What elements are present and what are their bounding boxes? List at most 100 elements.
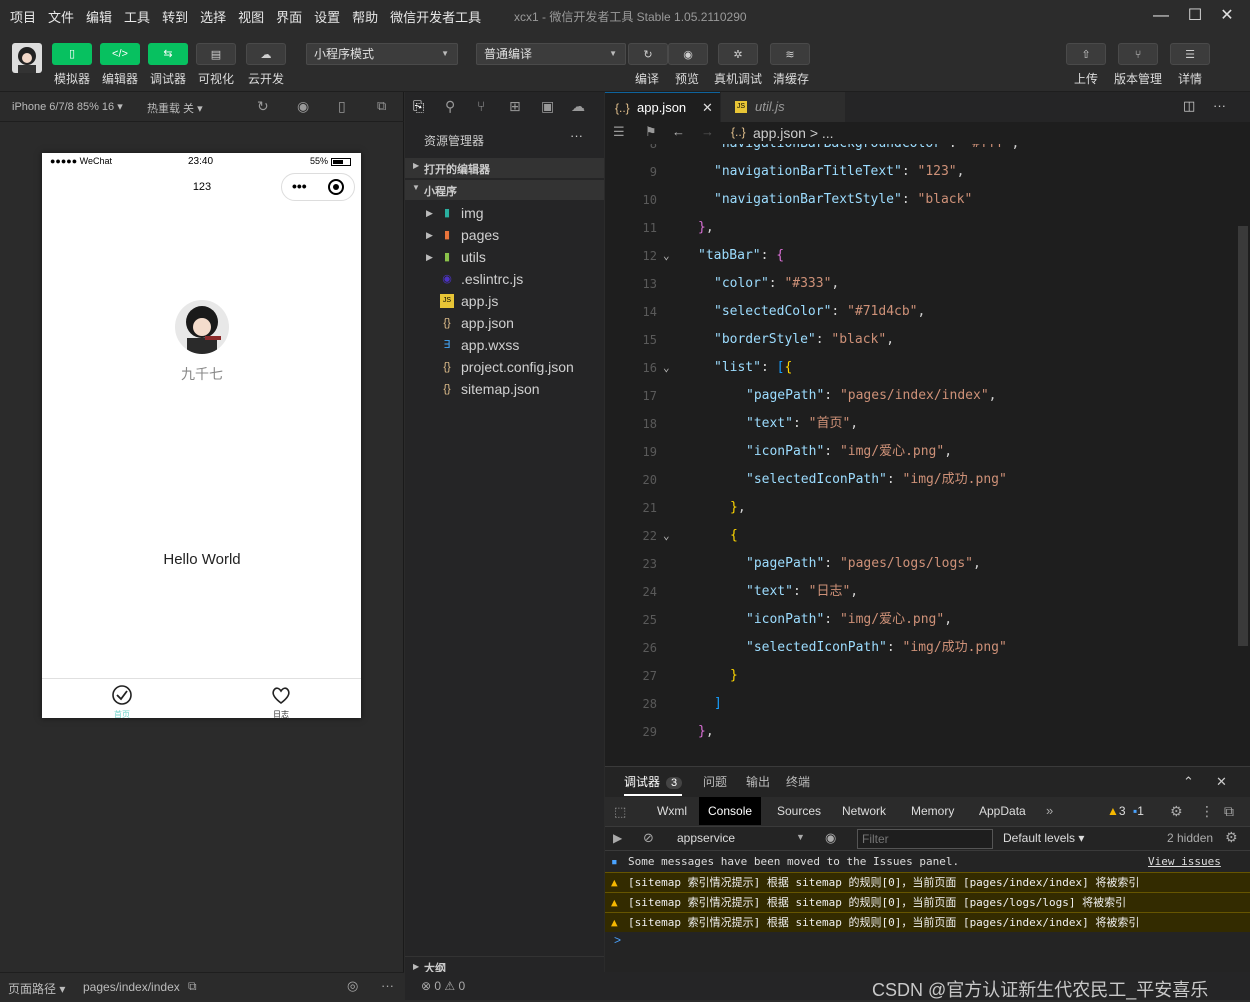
menu-3[interactable]: 工具	[124, 7, 150, 26]
phone-button[interactable]: ▯	[52, 43, 92, 65]
collapse-icon[interactable]: ⌃	[1183, 774, 1194, 790]
devtools-tab-2[interactable]: 输出	[746, 773, 770, 790]
upload-button[interactable]: ⇧	[1066, 43, 1106, 65]
close-target-icon[interactable]	[328, 179, 344, 195]
panel-tab-wxml[interactable]: Wxml	[648, 797, 696, 825]
compile-select[interactable]: 普通编译 ▼	[476, 43, 626, 65]
devtools-tab-1[interactable]: 问题	[703, 773, 727, 790]
fold-chevron-icon[interactable]: ⌄	[663, 522, 670, 550]
clear-icon[interactable]: ⊘	[643, 830, 654, 846]
fold-chevron-icon[interactable]: ⌄	[663, 242, 670, 270]
menu-9[interactable]: 帮助	[352, 7, 378, 26]
warning-count[interactable]: ▲3	[1107, 804, 1126, 818]
layers-button[interactable]: ≋	[770, 43, 810, 65]
more-icon[interactable]: ···	[381, 978, 394, 993]
gear-icon[interactable]: ⚙	[1225, 829, 1238, 846]
bug-button[interactable]: ✲	[718, 43, 758, 65]
branch-button[interactable]: ⑂	[1118, 43, 1158, 65]
gear-icon[interactable]: ⚙	[1170, 803, 1183, 820]
project-header[interactable]: ▼ 小程序	[405, 180, 604, 200]
code-button[interactable]: </>	[100, 43, 140, 65]
fold-chevron-icon[interactable]: ⌄	[663, 354, 670, 382]
forward-icon[interactable]: →	[701, 124, 714, 139]
menu-4[interactable]: 转到	[162, 7, 188, 26]
menu-8[interactable]: 设置	[314, 7, 340, 26]
devtools-tab-3[interactable]: 终端	[786, 773, 810, 790]
tree-item-app-js[interactable]: JS app.js	[405, 290, 604, 312]
layout-button[interactable]: ▤	[196, 43, 236, 65]
breadcrumb-path[interactable]: app.json > ...	[753, 125, 834, 141]
user-avatar[interactable]	[12, 43, 42, 73]
inspect-icon[interactable]: ⬚	[614, 804, 626, 820]
copy-icon[interactable]: ⧉	[188, 979, 197, 994]
tree-item--eslintrc-js[interactable]: ◉ .eslintrc.js	[405, 268, 604, 290]
problems-count[interactable]: ⊗ 0 ⚠ 0	[421, 979, 465, 993]
hot-reload-toggle[interactable]: 热重载 关 ▾	[147, 100, 203, 116]
panel-tab-console[interactable]: Console	[699, 797, 762, 825]
search-icon[interactable]: ⚲	[445, 98, 455, 115]
page-path-label[interactable]: 页面路径 ▾	[8, 980, 65, 997]
more-icon[interactable]: •••	[292, 178, 307, 194]
stop-icon[interactable]: ◉	[297, 98, 309, 115]
kebab-icon[interactable]: ⋮	[1200, 803, 1214, 820]
eye-icon[interactable]: ◉	[825, 830, 836, 846]
cloud-button[interactable]: ☁	[246, 43, 286, 65]
code-area[interactable]: 8 "navigationBarBackgroundColor": "#fff",…	[605, 144, 1250, 766]
tree-item-sitemap-json[interactable]: {} sitemap.json	[405, 378, 604, 400]
eye-button[interactable]: ◉	[668, 43, 708, 65]
panel-tab-memory[interactable]: Memory	[902, 797, 963, 825]
menu-2[interactable]: 编辑	[86, 7, 112, 26]
info-count[interactable]: ▪1	[1133, 804, 1144, 818]
panel-tab-sources[interactable]: Sources	[768, 797, 830, 825]
back-icon[interactable]: ←	[672, 124, 685, 139]
files-icon[interactable]: ⎘	[413, 98, 424, 115]
maximize-icon[interactable]: ☐	[1183, 4, 1207, 28]
mode-select[interactable]: 小程序模式 ▼	[306, 43, 458, 65]
extensions-icon[interactable]: ⊞	[509, 98, 521, 115]
minimize-icon[interactable]: —	[1149, 4, 1173, 28]
levels-select[interactable]: Default levels ▾	[1003, 831, 1084, 845]
tab-util-js[interactable]: JS util.js	[721, 92, 845, 122]
tree-item-project-config-json[interactable]: {} project.config.json	[405, 356, 604, 378]
tab-logs[interactable]: 日志	[251, 681, 311, 719]
tree-item-pages[interactable]: ▶ ▮ pages	[405, 224, 604, 246]
editor-scrollbar[interactable]	[1238, 226, 1248, 646]
device-select[interactable]: iPhone 6/7/8 85% 16 ▾	[12, 100, 123, 113]
split-editor-icon[interactable]: ◫	[1183, 98, 1195, 114]
tree-item-img[interactable]: ▶ ▮ img	[405, 202, 604, 224]
eye-icon[interactable]: ◎	[347, 978, 358, 994]
debug-button[interactable]: ⇆	[148, 43, 188, 65]
filter-input[interactable]	[857, 829, 993, 849]
dock-icon[interactable]: ⧉	[1224, 803, 1234, 820]
context-select[interactable]: appservice	[677, 831, 735, 845]
more-panels-icon[interactable]: »	[1046, 803, 1053, 818]
panel-tab-appdata[interactable]: AppData	[970, 797, 1035, 825]
sidebar-toggle-icon[interactable]: ▶	[613, 831, 622, 845]
tree-item-app-json[interactable]: {} app.json	[405, 312, 604, 334]
editor-more-icon[interactable]: ···	[1213, 98, 1226, 113]
menu-1[interactable]: 文件	[48, 7, 74, 26]
debug-icon[interactable]: ▣	[541, 98, 554, 115]
menu-6[interactable]: 视图	[238, 7, 264, 26]
explorer-more-icon[interactable]: ···	[570, 128, 583, 143]
menu-button[interactable]: ☰	[1170, 43, 1210, 65]
list-icon[interactable]: ☰	[613, 124, 625, 140]
tab-home[interactable]: 首页	[92, 681, 152, 719]
close-icon[interactable]: ✕	[1215, 4, 1239, 28]
menu-0[interactable]: 项目	[10, 7, 36, 26]
tree-item-app-wxss[interactable]: ∃ app.wxss	[405, 334, 604, 356]
view-issues-link[interactable]: View issues	[1148, 852, 1221, 872]
open-editors-header[interactable]: ▶ 打开的编辑器	[405, 158, 604, 178]
menu-7[interactable]: 界面	[276, 7, 302, 26]
close-tab-icon[interactable]: ✕	[702, 93, 713, 123]
docker-icon[interactable]: ☁	[571, 98, 585, 115]
menu-5[interactable]: 选择	[200, 7, 226, 26]
bookmark-icon[interactable]: ⚑	[645, 124, 657, 140]
menu-10[interactable]: 微信开发者工具	[390, 7, 481, 26]
popout-icon[interactable]: ⧉	[377, 98, 386, 114]
capsule-button[interactable]: •••	[281, 173, 355, 201]
refresh-button[interactable]: ↻	[628, 43, 668, 65]
phone-icon[interactable]: ▯	[338, 98, 346, 115]
tab-app-json[interactable]: {..} app.json ✕	[605, 92, 720, 122]
console-prompt[interactable]: >	[614, 933, 621, 947]
